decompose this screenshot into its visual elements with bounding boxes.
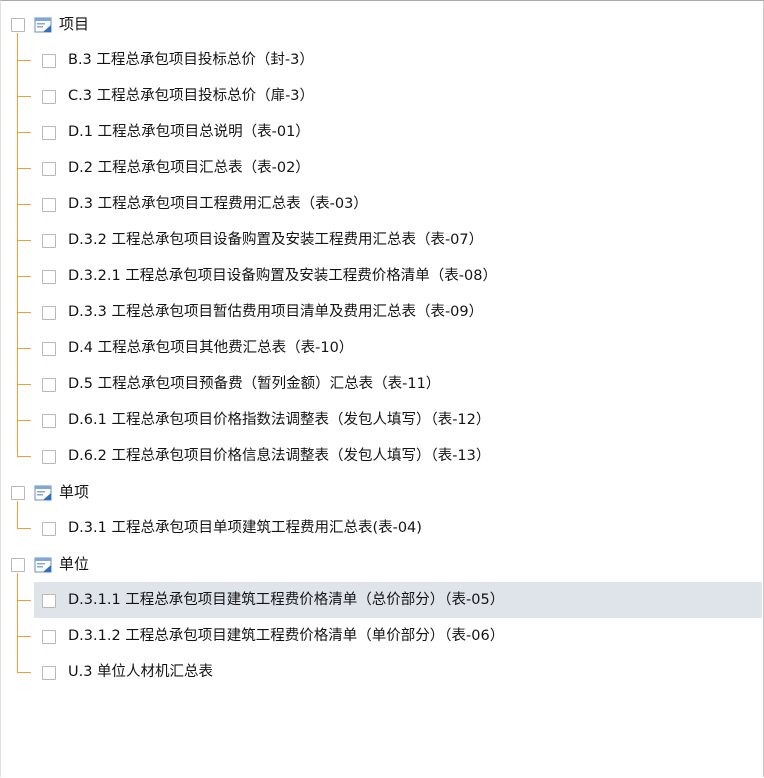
checkbox-icon[interactable] xyxy=(42,342,56,356)
tree-item-label: D.1 工程总承包项目总说明（表-01） xyxy=(68,124,310,140)
tree-connector-branch xyxy=(17,420,31,421)
checkbox-icon[interactable] xyxy=(42,126,56,140)
tree-item-label: B.3 工程总承包项目投标总价（封-3） xyxy=(68,52,314,68)
tree-item[interactable]: D.3.1 工程总承包项目单项建筑工程费用汇总表(表-04) xyxy=(0,510,762,546)
checkbox-icon[interactable] xyxy=(42,306,56,320)
tree-item[interactable]: D.3 工程总承包项目工程费用汇总表（表-03） xyxy=(0,186,762,222)
tree-connector-branch xyxy=(17,276,31,277)
tree-item[interactable]: D.3.3 工程总承包项目暂估费用项目清单及费用汇总表（表-09） xyxy=(0,294,762,330)
checkbox-icon[interactable] xyxy=(42,414,56,428)
tree-item[interactable]: D.1 工程总承包项目总说明（表-01） xyxy=(0,114,762,150)
tree-connector-branch xyxy=(17,600,31,601)
checkbox-icon[interactable] xyxy=(11,558,25,572)
tree-item[interactable]: D.3.1.2 工程总承包项目建筑工程费价格清单（单价部分）（表-06） xyxy=(0,618,762,654)
tree-item-label: D.6.1 工程总承包项目价格指数法调整表（发包人填写）（表-12） xyxy=(68,412,491,428)
tree-connector-branch xyxy=(17,672,31,673)
tree-item-label: D.3.1 工程总承包项目单项建筑工程费用汇总表(表-04) xyxy=(68,520,422,536)
tree-connector-branch xyxy=(17,96,31,97)
tree-connector-branch xyxy=(17,312,31,313)
tree-item-label: U.3 单位人材机汇总表 xyxy=(68,664,214,680)
checkbox-icon[interactable] xyxy=(42,198,56,212)
checkbox-icon[interactable] xyxy=(42,594,56,608)
tree-connector-branch xyxy=(17,384,31,385)
tree-item-label: D.5 工程总承包项目预备费（暂列金额）汇总表（表-11） xyxy=(68,376,441,392)
checkbox-icon[interactable] xyxy=(42,162,56,176)
tree-group-label: 单位 xyxy=(59,555,90,573)
checkbox-icon[interactable] xyxy=(42,54,56,68)
tree-connector-branch xyxy=(17,168,31,169)
tree-item-label: D.2 工程总承包项目汇总表（表-02） xyxy=(68,160,310,176)
tree-item-label: D.6.2 工程总承包项目价格信息法调整表（发包人填写）（表-13） xyxy=(68,448,491,464)
checkbox-icon[interactable] xyxy=(42,666,56,680)
tree-item[interactable]: D.6.2 工程总承包项目价格信息法调整表（发包人填写）（表-13） xyxy=(0,438,762,474)
checkbox-icon[interactable] xyxy=(11,486,25,500)
tree-item[interactable]: D.3.2.1 工程总承包项目设备购置及安装工程费价格清单（表-08） xyxy=(0,258,762,294)
tree-item[interactable]: U.3 单位人材机汇总表 xyxy=(0,654,762,690)
checkbox-icon[interactable] xyxy=(42,450,56,464)
tree-item-label: D.3.2 工程总承包项目设备购置及安装工程费用汇总表（表-07） xyxy=(68,232,484,248)
tree-item-label: D.4 工程总承包项目其他费汇总表（表-10） xyxy=(68,340,354,356)
tree-item[interactable]: D.3.2 工程总承包项目设备购置及安装工程费用汇总表（表-07） xyxy=(0,222,762,258)
tree-group-2[interactable]: 单位 xyxy=(0,546,762,582)
tree-item-label: C.3 工程总承包项目投标总价（扉-3） xyxy=(68,88,315,104)
tree-connector-branch xyxy=(17,132,31,133)
report-folder-icon xyxy=(34,557,52,573)
tree-item-label: D.3.2.1 工程总承包项目设备购置及安装工程费价格清单（表-08） xyxy=(68,268,497,284)
report-folder-icon xyxy=(34,485,52,501)
checkbox-icon[interactable] xyxy=(42,522,56,536)
tree-connector-branch xyxy=(17,348,31,349)
tree-connector-branch xyxy=(17,456,31,457)
tree-item-label: D.3 工程总承包项目工程费用汇总表（表-03） xyxy=(68,196,368,212)
report-folder-icon xyxy=(34,17,52,33)
tree-connector-branch xyxy=(17,528,31,529)
tree-group-1[interactable]: 单项 xyxy=(0,474,762,510)
tree-item[interactable]: D.6.1 工程总承包项目价格指数法调整表（发包人填写）（表-12） xyxy=(0,402,762,438)
tree-item[interactable]: C.3 工程总承包项目投标总价（扉-3） xyxy=(0,78,762,114)
tree-connector-branch xyxy=(17,204,31,205)
tree-item[interactable]: D.4 工程总承包项目其他费汇总表（表-10） xyxy=(0,330,762,366)
tree-item-label: D.3.1.1 工程总承包项目建筑工程费价格清单（总价部分）（表-05） xyxy=(68,592,505,608)
tree-group-0[interactable]: 项目 xyxy=(0,6,762,42)
tree-connector-branch xyxy=(17,636,31,637)
tree-item[interactable]: D.3.1.1 工程总承包项目建筑工程费价格清单（总价部分）（表-05） xyxy=(17,582,762,618)
checkbox-icon[interactable] xyxy=(42,234,56,248)
tree-group-label: 单项 xyxy=(59,483,90,501)
tree-item[interactable]: B.3 工程总承包项目投标总价（封-3） xyxy=(0,42,762,78)
checkbox-icon[interactable] xyxy=(11,18,25,32)
checkbox-icon[interactable] xyxy=(42,630,56,644)
checkbox-icon[interactable] xyxy=(42,90,56,104)
report-tree: 项目 B.3 工程总承包项目投标总价（封-3） C.3 工程总承包项目投标总价（扉-… xyxy=(0,0,764,778)
tree-group-label: 项目 xyxy=(59,15,90,33)
checkbox-icon[interactable] xyxy=(42,270,56,284)
tree-item[interactable]: D.2 工程总承包项目汇总表（表-02） xyxy=(0,150,762,186)
checkbox-icon[interactable] xyxy=(42,378,56,392)
tree-connector-branch xyxy=(17,60,31,61)
tree-connector-branch xyxy=(17,240,31,241)
tree-item[interactable]: D.5 工程总承包项目预备费（暂列金额）汇总表（表-11） xyxy=(0,366,762,402)
tree-item-label: D.3.3 工程总承包项目暂估费用项目清单及费用汇总表（表-09） xyxy=(68,304,484,320)
tree-item-label: D.3.1.2 工程总承包项目建筑工程费价格清单（单价部分）（表-06） xyxy=(68,628,505,644)
